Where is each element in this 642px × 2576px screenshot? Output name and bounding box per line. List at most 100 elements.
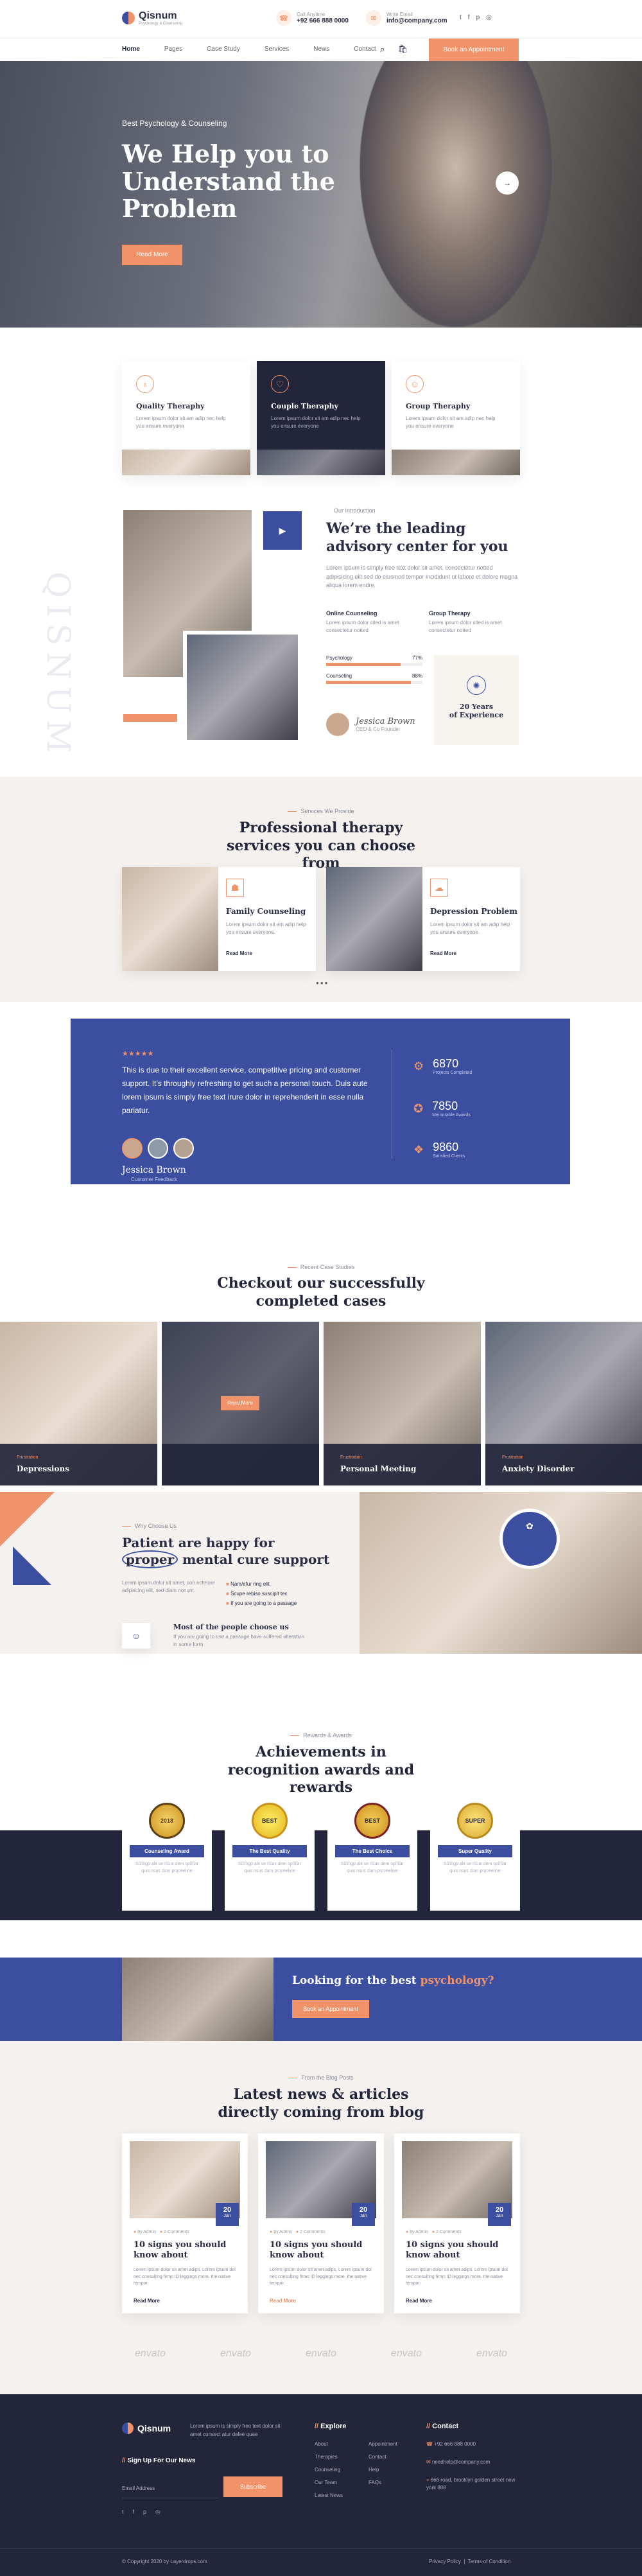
instagram-icon[interactable]: ◎ [486,14,492,21]
case-card-hover[interactable]: Read More [162,1322,319,1485]
nav-home[interactable]: Home [122,46,140,53]
nav-services[interactable]: Services [265,46,289,53]
blog-post-title[interactable]: 10 signs you should know about [406,2240,508,2261]
location-icon: ⌖ [426,2477,431,2483]
footer-link[interactable]: Contact [369,2451,397,2464]
case-read-more-button[interactable]: Read More [221,1396,259,1410]
twitter-icon[interactable]: t [122,2509,124,2516]
logo[interactable]: Qisnum Psychology & Counseling [122,10,182,26]
envato-logo[interactable]: envato [135,2348,166,2360]
footer-logo[interactable]: Qisnum [122,2423,171,2434]
explore-title-text: Explore [320,2423,347,2430]
carousel-dots[interactable]: ●●● [316,980,329,986]
date-day: 20 [223,2206,232,2214]
book-appointment-button[interactable]: Book an Appointment [429,39,519,61]
envato-logo[interactable]: envato [391,2348,422,2360]
footer-link[interactable]: Therapies [315,2451,343,2464]
header-email[interactable]: ✉ Write Email info@company.com [366,10,447,26]
date-month: Jan [223,2214,231,2219]
twitter-icon[interactable]: t [460,14,462,21]
blog-post-title[interactable]: 10 signs you should know about [270,2240,372,2261]
newsletter-email-input[interactable]: Email Address [122,2479,218,2498]
why-title-part: mental cure support [182,1552,330,1567]
testimonial-avatars[interactable] [122,1138,194,1159]
awards-section: Rewards & Awards Achievements in recogni… [0,1654,642,1956]
footer-link[interactable]: Latest News [315,2489,343,2502]
avatar[interactable] [122,1138,143,1159]
feature-card[interactable]: ☺ Group Theraphy Lorem ipsum dolor sit a… [392,361,520,475]
stat-label: Satisfied Clients [433,1154,465,1159]
service-card[interactable]: ☗ Family Counseling Lorem ipsum dolor si… [122,867,316,971]
video-play-button[interactable]: ▶ [263,511,302,550]
footer-contact: ☎ +92 666 888 0000 ✉ needhelp@company.co… [426,2440,516,2492]
case-tag: Frustration [502,1455,524,1460]
feature-card-active[interactable]: ♡ Couple Theraphy Lorem ipsum dolor sit … [257,361,385,475]
blog-author: by Admin [273,2230,292,2234]
envato-logo[interactable]: envato [476,2348,507,2360]
envato-logo[interactable]: envato [306,2348,336,2360]
footer-link[interactable]: About [315,2438,343,2451]
nav-news[interactable]: News [313,46,329,53]
case-tag: Frustration [340,1455,362,1460]
facebook-icon[interactable]: f [133,2509,135,2516]
header-call[interactable]: ☎ Call Anytime +92 666 888 0000 [276,10,349,26]
case-card[interactable]: Frustration Personal Meeting [324,1322,481,1485]
service-read-more-link[interactable]: Read More [226,951,252,956]
avatar[interactable] [173,1138,194,1159]
cart-icon[interactable]: 🛍 [398,44,408,53]
case-card[interactable]: Frustration Depressions [0,1322,157,1485]
case-title: Anxiety Disorder [502,1464,575,1473]
arrow-right-icon: → [503,179,511,188]
facebook-icon[interactable]: f [468,14,470,21]
feature-title: Group Theraphy [406,402,471,410]
next-slide-button[interactable]: → [496,171,519,195]
service-read-more-link[interactable]: Read More [430,951,456,956]
cta-section: Looking for the best psychology? Book an… [0,1958,642,2041]
blog-post-title[interactable]: 10 signs you should know about [134,2240,236,2261]
feature-card[interactable]: ♁ Quality Theraphy Lorem ipsum dolor sit… [122,361,250,475]
footer-phone[interactable]: +92 666 888 0000 [434,2441,476,2447]
footer-link[interactable]: Help [369,2464,397,2476]
family-icon: ☗ [226,879,244,897]
cta-book-button[interactable]: Book an Appointment [292,2000,369,2018]
awards-icon: ✪ [413,1101,424,1115]
email-label: Write Email [386,12,413,17]
nav-contact[interactable]: Contact [354,46,376,53]
blog-card[interactable]: 20 Jan ● by Admin ● 2 Comments 10 signs y… [258,2134,384,2313]
pinterest-icon[interactable]: p [476,14,480,21]
hero-read-more-button[interactable]: Read More [122,245,182,265]
service-card[interactable]: ☁ Depression Problem Lorem ipsum dolor s… [326,867,520,971]
footer-link[interactable]: Counseling [315,2464,343,2476]
subscribe-button[interactable]: Subscribe [223,2476,282,2497]
instagram-icon[interactable]: ◎ [155,2509,160,2516]
nav-case-study[interactable]: Case Study [207,46,240,53]
nav-pages[interactable]: Pages [164,46,182,53]
brand-logos: envato envato envato envato envato [135,2348,507,2360]
logo-text: Qisnum [139,10,177,21]
signature: Jessica Brown [356,717,415,726]
avatar[interactable] [148,1138,168,1159]
award-text: Sizingp alit se risus dem spiniar quis r… [443,1862,507,1873]
footer-link[interactable]: FAQs [369,2476,397,2489]
case-card[interactable]: Frustration Anxiety Disorder [485,1322,642,1485]
cta-title-part: Looking for the best [292,1974,417,1987]
blog-comments: 2 Comments [436,2230,462,2234]
envato-logo[interactable]: envato [220,2348,251,2360]
footer-link[interactable]: Our Team [315,2476,343,2489]
logo-icon [122,12,135,24]
why-eyebrow: Why Choose Us [122,1523,177,1529]
privacy-policy-link[interactable]: Privacy Policy [429,2559,461,2564]
check-item: ■ Nam/efur ring elit [226,1579,297,1589]
blog-card[interactable]: 20 Jan ● by Admin ● 2 Comments 10 signs y… [394,2134,520,2313]
pinterest-icon[interactable]: p [143,2509,146,2516]
footer-link[interactable]: Appointment [369,2438,397,2451]
blog-card[interactable]: 20 Jan ● by Admin ● 2 Comments 10 signs y… [122,2134,248,2313]
blog-read-more-link[interactable]: Read More [134,2298,160,2304]
blog-read-more-link[interactable]: Read More [406,2298,432,2304]
footer-signup-title: // Sign Up For Our News [122,2457,196,2464]
feature-image [122,450,250,475]
footer-email[interactable]: needhelp@company.com [432,2459,490,2465]
search-icon[interactable]: ⌕ [380,44,385,55]
terms-link[interactable]: Terms of Condition [468,2559,511,2564]
blog-read-more-link[interactable]: Read More [270,2298,296,2304]
